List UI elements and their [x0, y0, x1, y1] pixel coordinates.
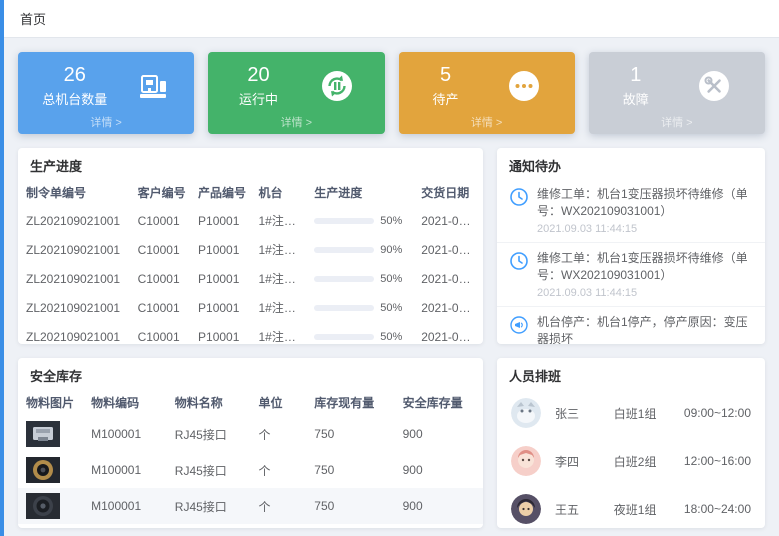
stat-cards: 26 总机台数量 详情: [18, 52, 765, 134]
stat-card-running[interactable]: 20 运行中: [208, 52, 384, 134]
col-stock: 库存现有量: [306, 389, 394, 416]
dashboard-page: 首页 26 总机台数量: [0, 0, 779, 536]
table-row: ZL202109021001 C10001 P10001 1#注塑机 50% 2…: [18, 206, 483, 235]
notice-text: 维修工单：机台1变压器损坏待维修（单号：WX202109031001）: [537, 250, 753, 285]
detail-link[interactable]: 详情 >: [28, 114, 184, 130]
tab-bar: 首页: [4, 0, 779, 38]
col-machine: 机台: [250, 179, 306, 206]
panel-title: 生产进度: [18, 148, 483, 179]
list-item: 李四 白班2组 12:00~16:00: [497, 437, 765, 485]
detail-link[interactable]: 详情 >: [599, 114, 755, 130]
safety-stock-panel: 安全库存 物料图片 物料编码 物料名称 单位 库存现有量 安全库存量: [18, 358, 483, 528]
list-item[interactable]: 机台停产：机台1停产，停产原因：变压器损坏: [497, 307, 765, 344]
detail-link[interactable]: 详情 >: [409, 114, 565, 130]
progress-bar: [314, 247, 374, 253]
content: 26 总机台数量 详情: [4, 38, 779, 528]
staff-shift: 夜班1组: [614, 501, 684, 518]
stat-card-standby[interactable]: 5 待产 详情 >: [399, 52, 575, 134]
rj45-connector-photo: [26, 421, 60, 447]
fault-icon: [697, 69, 731, 103]
stat-label: 故障: [623, 89, 649, 108]
col-unit: 单位: [250, 389, 306, 416]
running-icon: [320, 69, 354, 103]
col-code: 物料编码: [83, 389, 167, 416]
work-order-clock-icon: [509, 187, 529, 207]
staff-time: 18:00~24:00: [684, 502, 751, 516]
list-item: 张三 白班1组 09:00~12:00: [497, 389, 765, 437]
col-order: 制令单编号: [18, 179, 130, 206]
stat-card-fault[interactable]: 1 故障 详情 >: [589, 52, 765, 134]
staff-time: 09:00~12:00: [684, 406, 751, 420]
staff-time: 12:00~16:00: [684, 454, 751, 468]
list-item[interactable]: 维修工单：机台1变压器损坏待维修（单号：WX202109031001） 2021…: [497, 179, 765, 243]
col-date: 交货日期: [413, 179, 483, 206]
work-order-clock-icon: [509, 251, 529, 271]
staff-shift: 白班1组: [614, 405, 684, 422]
tab-home[interactable]: 首页: [20, 9, 46, 28]
col-progress: 生产进度: [306, 179, 413, 206]
notice-time: 2021.09.03 11:44:15: [537, 223, 753, 235]
progress-bar: [314, 334, 374, 340]
col-product: 产品编号: [190, 179, 250, 206]
announce-icon: [509, 315, 529, 335]
col-name: 物料名称: [167, 389, 251, 416]
table-row: M100001 RJ45接口 个 750 900: [18, 416, 483, 452]
list-item: 王五 夜班1组 18:00~24:00: [497, 485, 765, 528]
table-row: ZL202109021001 C10001 P10001 1#注塑机 50% 2…: [18, 293, 483, 322]
staff-name: 李四: [555, 453, 614, 470]
stat-label: 运行中: [239, 89, 278, 108]
production-table: 制令单编号 客户编号 产品编号 机台 生产进度 交货日期 ZL202109021…: [18, 179, 483, 344]
machine-icon: [136, 69, 170, 103]
speaker-photo: [26, 493, 60, 519]
table-row: ZL202109021001 C10001 P10001 1#注塑机 90% 2…: [18, 235, 483, 264]
table-row: M100001 RJ45接口 个 750 900: [18, 452, 483, 488]
main-area: 首页 26 总机台数量: [4, 0, 779, 536]
progress-bar: [314, 218, 374, 224]
stat-label: 总机台数量: [42, 89, 107, 108]
safety-stock-table: 物料图片 物料编码 物料名称 单位 库存现有量 安全库存量: [18, 389, 483, 524]
staff-shift: 白班2组: [614, 453, 684, 470]
standby-icon: [507, 69, 541, 103]
stat-card-total-machines[interactable]: 26 总机台数量 详情: [18, 52, 194, 134]
detail-link[interactable]: 详情 >: [218, 114, 374, 130]
col-image: 物料图片: [18, 389, 83, 416]
col-customer: 客户编号: [130, 179, 190, 206]
stat-value: 5: [433, 64, 459, 86]
round-connector-photo: [26, 457, 60, 483]
stat-value: 26: [42, 64, 107, 86]
staff-name: 王五: [555, 501, 614, 518]
staff-name: 张三: [555, 405, 614, 422]
table-header-row: 制令单编号 客户编号 产品编号 机台 生产进度 交货日期: [18, 179, 483, 206]
progress-bar: [314, 276, 374, 282]
panel-title: 人员排班: [497, 358, 765, 389]
panel-title: 通知待办: [497, 148, 765, 179]
avatar: [511, 398, 541, 428]
avatar: [511, 446, 541, 476]
notice-text: 机台停产：机台1停产，停产原因：变压器损坏: [537, 314, 753, 344]
col-safety: 安全库存量: [395, 389, 483, 416]
table-row: M100001 RJ45接口 个 750 900: [18, 488, 483, 524]
table-row: ZL202109021001 C10001 P10001 1#注塑机 50% 2…: [18, 322, 483, 344]
table-row: ZL202109021001 C10001 P10001 1#注塑机 50% 2…: [18, 264, 483, 293]
stat-label: 待产: [433, 89, 459, 108]
stat-value: 1: [623, 64, 649, 86]
production-progress-panel: 生产进度 制令单编号 客户编号 产品编号 机台 生产进度 交货日期: [18, 148, 483, 344]
staff-schedule-panel: 人员排班 张三 白班1组 09:00~12:00 李四: [497, 358, 765, 528]
list-item[interactable]: 维修工单：机台1变压器损坏待维修（单号：WX202109031001） 2021…: [497, 243, 765, 307]
table-header-row: 物料图片 物料编码 物料名称 单位 库存现有量 安全库存量: [18, 389, 483, 416]
panel-title: 安全库存: [18, 358, 483, 389]
notice-time: 2021.09.03 11:44:15: [537, 287, 753, 299]
notice-text: 维修工单：机台1变压器损坏待维修（单号：WX202109031001）: [537, 186, 753, 221]
stat-value: 20: [239, 64, 278, 86]
avatar: [511, 494, 541, 524]
notifications-panel: 通知待办 维修工单：机台1变压器损坏待维修（单号：WX202109031001）…: [497, 148, 765, 344]
progress-bar: [314, 305, 374, 311]
